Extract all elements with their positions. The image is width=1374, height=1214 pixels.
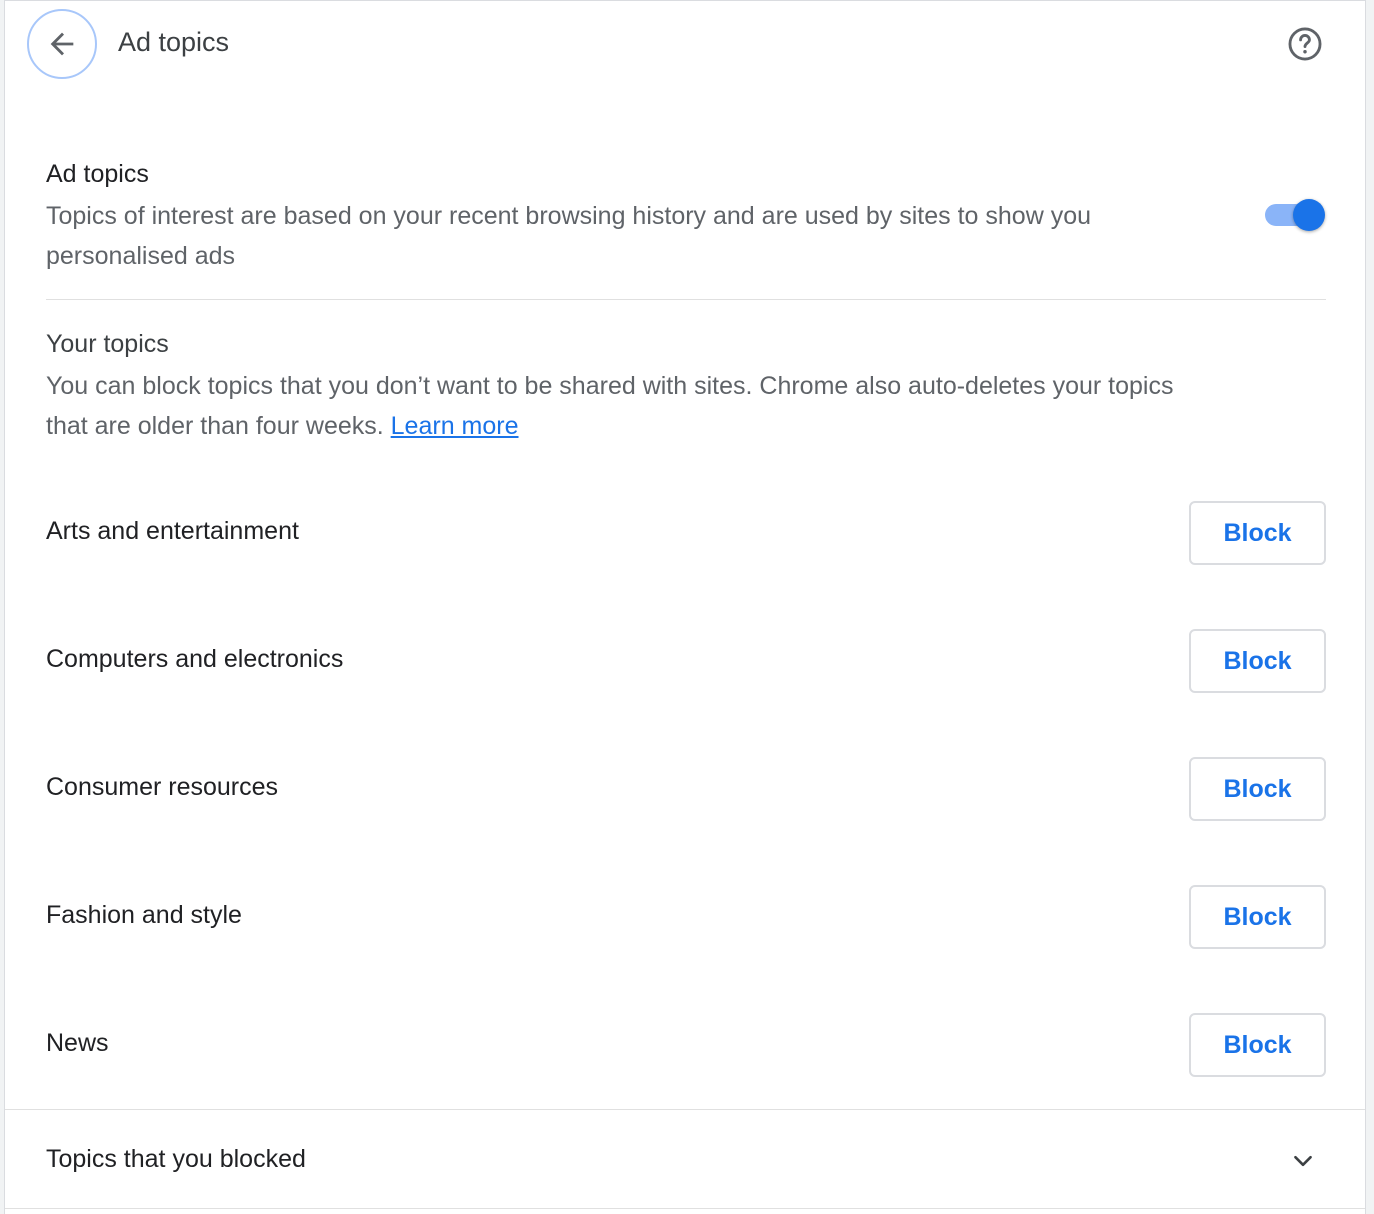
ad-topics-title: Ad topics	[46, 160, 149, 188]
your-topics-description-line1: You can block topics that you don’t want…	[46, 372, 1174, 400]
your-topics-description-line2: that are older than four weeks. Learn mo…	[46, 406, 1174, 446]
topic-row: Computers and electronics Block	[5, 629, 1365, 693]
back-button[interactable]	[27, 9, 97, 79]
topic-label: Computers and electronics	[46, 645, 344, 673]
toggle-knob	[1293, 199, 1325, 231]
page-header: Ad topics	[5, 1, 1365, 87]
topic-row: News Block	[5, 1013, 1365, 1077]
block-button[interactable]: Block	[1189, 629, 1326, 693]
topic-row: Arts and entertainment Block	[5, 501, 1365, 565]
block-button[interactable]: Block	[1189, 885, 1326, 949]
block-button[interactable]: Block	[1189, 501, 1326, 565]
block-button[interactable]: Block	[1189, 757, 1326, 821]
learn-more-link[interactable]: Learn more	[391, 412, 519, 440]
settings-card: Ad topics Ad topics Topics of interest a…	[4, 0, 1366, 1214]
help-circle-icon	[1288, 27, 1322, 61]
topic-label: News	[46, 1029, 109, 1057]
topic-label: Consumer resources	[46, 773, 279, 801]
page-title: Ad topics	[118, 27, 230, 57]
ad-topics-toggle[interactable]	[1263, 198, 1327, 232]
ad-topics-description: Topics of interest are based on your rec…	[46, 196, 1091, 276]
your-topics-description-text: that are older than four weeks.	[46, 412, 384, 440]
arrow-back-icon	[50, 32, 74, 56]
section-divider	[46, 299, 1326, 300]
ad-topics-description-line2: personalised ads	[46, 242, 236, 270]
blocked-topics-label: Topics that you blocked	[46, 1145, 306, 1173]
topic-row: Consumer resources Block	[5, 757, 1365, 821]
your-topics-description: You can block topics that you don’t want…	[46, 366, 1174, 446]
topic-label: Arts and entertainment	[46, 517, 299, 545]
your-topics-title: Your topics	[46, 330, 169, 358]
help-button[interactable]	[1285, 24, 1325, 64]
topic-row: Fashion and style Block	[5, 885, 1365, 949]
blocked-topics-expander[interactable]: Topics that you blocked	[5, 1109, 1365, 1209]
ad-topics-description-line1: Topics of interest are based on your rec…	[46, 202, 1092, 230]
topic-label: Fashion and style	[46, 901, 242, 929]
chevron-down-icon	[1294, 1155, 1312, 1167]
block-button[interactable]: Block	[1189, 1013, 1326, 1077]
